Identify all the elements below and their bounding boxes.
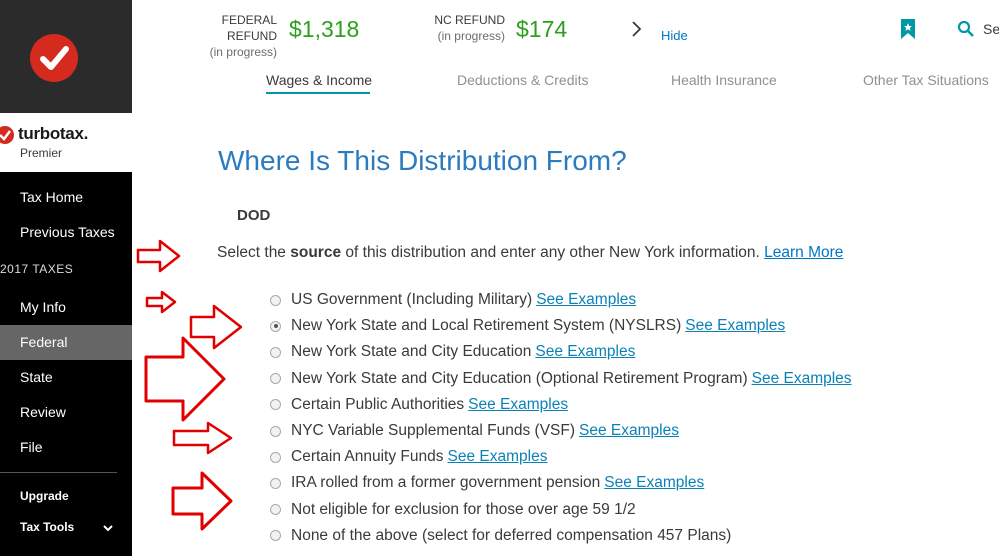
option-label: New York State and City Education (Optio… (291, 369, 748, 387)
bookmark-icon[interactable] (900, 18, 916, 45)
radio-button[interactable] (270, 504, 281, 516)
nav-tax-tools[interactable]: Tax Tools (0, 510, 132, 545)
nav-file[interactable]: File (0, 430, 132, 465)
logo-area (0, 0, 132, 113)
nav-upgrade[interactable]: Upgrade (0, 479, 132, 514)
refund-bar: FEDERAL REFUND (in progress) $1,318 NC R… (132, 0, 999, 60)
option-nyslrs[interactable]: New York State and Local Retirement Syst… (270, 313, 852, 339)
chevron-down-icon (102, 510, 114, 545)
tab-deductions-credits[interactable]: Deductions & Credits (457, 72, 589, 88)
nc-refund-amount: $174 (516, 16, 568, 42)
see-examples-link[interactable]: See Examples (535, 343, 635, 361)
red-arrow-annotation (144, 336, 226, 422)
instructions-pre: Select the (217, 244, 291, 261)
option-none-of-above[interactable]: None of the above (select for deferred c… (270, 523, 852, 549)
red-arrow-annotation (171, 471, 233, 531)
option-label: New York State and City Education (291, 343, 532, 361)
federal-refund-title: FEDERAL REFUND (221, 13, 277, 43)
search-icon[interactable] (957, 20, 975, 43)
section-label: 2017 TAXES (0, 262, 74, 276)
see-examples-link[interactable]: See Examples (604, 474, 704, 492)
checkmark-logo-icon (30, 34, 78, 82)
option-label: New York State and Local Retirement Syst… (291, 317, 682, 335)
see-examples-link[interactable]: See Examples (685, 317, 785, 335)
page-subtitle: DOD (237, 207, 271, 224)
option-ny-education[interactable]: New York State and City Education See Exa… (270, 339, 852, 365)
sidebar: turbotax. Premier Tax Home Previous Taxe… (0, 0, 132, 556)
option-nyc-vsf[interactable]: NYC Variable Supplemental Funds (VSF) See… (270, 418, 852, 444)
see-examples-link[interactable]: See Examples (448, 448, 548, 466)
radio-button[interactable] (270, 294, 281, 306)
checkmark-icon (0, 126, 14, 144)
brand-name: turbotax. (18, 124, 89, 143)
source-options: US Government (Including Military) See Ex… (270, 287, 852, 549)
option-label: IRA rolled from a former government pens… (291, 474, 601, 492)
instructions: Select the source of this distribution a… (217, 244, 843, 262)
nc-refund-title: NC REFUND (434, 13, 505, 27)
learn-more-link[interactable]: Learn More (764, 244, 843, 261)
radio-button-selected[interactable] (270, 320, 281, 332)
federal-refund-status: (in progress) (209, 45, 277, 59)
chevron-right-icon[interactable] (630, 20, 644, 43)
option-us-government[interactable]: US Government (Including Military) See Ex… (270, 287, 852, 313)
option-label: US Government (Including Military) (291, 291, 533, 309)
nc-refund-label: NC REFUND (in progress) (429, 12, 505, 44)
radio-button[interactable] (270, 451, 281, 463)
option-ira-rolled[interactable]: IRA rolled from a former government pens… (270, 470, 852, 496)
brand: turbotax. Premier (0, 113, 132, 172)
nav-state[interactable]: State (0, 360, 132, 395)
see-examples-link[interactable]: See Examples (752, 370, 852, 388)
tab-other-tax-situations[interactable]: Other Tax Situations (863, 72, 989, 88)
see-examples-link[interactable]: See Examples (536, 291, 636, 309)
option-label: Certain Annuity Funds (291, 448, 444, 466)
nav-my-info[interactable]: My Info (0, 290, 132, 325)
option-annuity-funds[interactable]: Certain Annuity Funds See Examples (270, 444, 852, 470)
red-arrow-annotation (172, 421, 233, 455)
federal-refund-label: FEDERAL REFUND (in progress) (171, 12, 277, 60)
see-examples-link[interactable]: See Examples (579, 422, 679, 440)
nav-tax-tools-label: Tax Tools (20, 520, 75, 534)
red-arrow-annotation (136, 239, 181, 273)
option-not-eligible[interactable]: Not eligible for exclusion for those ove… (270, 497, 852, 523)
option-label: Certain Public Authorities (291, 395, 465, 413)
hide-link[interactable]: Hide (661, 28, 688, 43)
tab-wages-income[interactable]: Wages & Income (266, 72, 372, 88)
option-label: NYC Variable Supplemental Funds (VSF) (291, 422, 576, 440)
option-public-authorities[interactable]: Certain Public Authorities See Examples (270, 392, 852, 418)
brand-tier: Premier (20, 146, 63, 160)
radio-button[interactable] (270, 425, 281, 437)
red-arrow-annotation (145, 290, 177, 314)
section-tabs: Wages & Income Deductions & Credits Heal… (132, 62, 999, 102)
radio-button[interactable] (270, 530, 281, 542)
radio-button[interactable] (270, 399, 281, 411)
sidebar-divider (0, 472, 117, 473)
option-ny-education-orp[interactable]: New York State and City Education (Optio… (270, 366, 852, 392)
nav-federal[interactable]: Federal (0, 325, 132, 360)
tab-health-insurance[interactable]: Health Insurance (671, 72, 777, 88)
page-title: Where Is This Distribution From? (218, 145, 627, 176)
instructions-bold: source (290, 244, 342, 261)
radio-button[interactable] (270, 477, 281, 489)
search-label[interactable]: Se (983, 21, 999, 37)
active-tab-underline (266, 92, 370, 94)
radio-button[interactable] (270, 373, 281, 385)
radio-button[interactable] (270, 346, 281, 358)
federal-refund-amount: $1,318 (289, 16, 360, 42)
option-label: None of the above (select for deferred c… (291, 526, 732, 544)
nc-refund-status: (in progress) (437, 29, 505, 43)
option-label: Not eligible for exclusion for those ove… (291, 500, 636, 518)
nav-review[interactable]: Review (0, 395, 132, 430)
instructions-post: of this distribution and enter any other… (341, 244, 765, 261)
nav-tax-home[interactable]: Tax Home (0, 180, 132, 215)
see-examples-link[interactable]: See Examples (468, 396, 568, 414)
nav-previous-taxes[interactable]: Previous Taxes (0, 215, 132, 250)
